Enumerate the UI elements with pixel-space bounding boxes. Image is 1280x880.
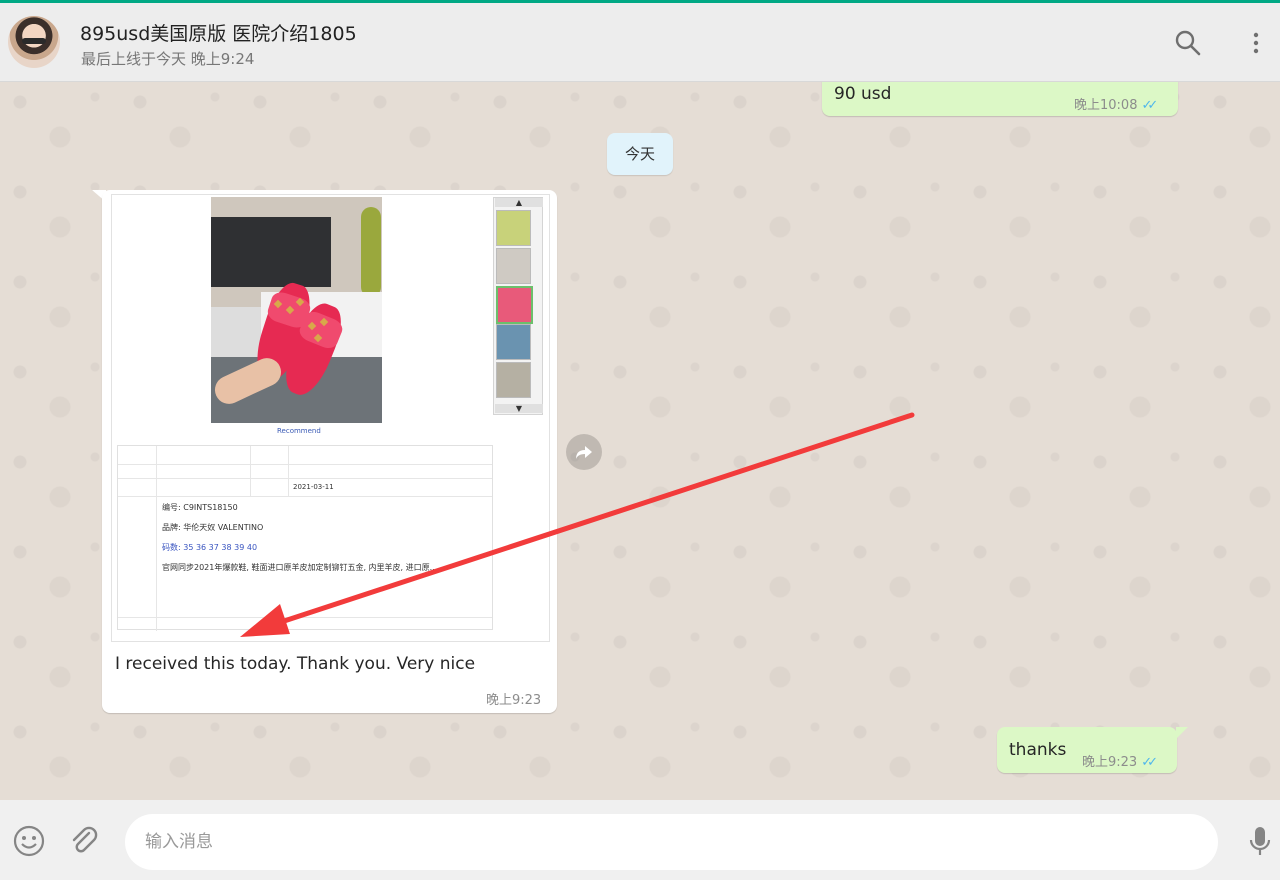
message-text: 90 usd (834, 84, 892, 104)
search-icon[interactable] (1172, 27, 1204, 59)
thumbnail-strip: ▲ ▼ (493, 197, 543, 415)
spec-table: 2021-03-11 编号: C9INTS18150 品牌: 华伦天奴 VALE… (117, 445, 493, 631)
spec-code: 编号: C9INTS18150 (162, 503, 238, 512)
image-caption-link: Recommend (277, 427, 321, 435)
message-composer (0, 800, 1280, 880)
microphone-icon[interactable] (1245, 824, 1275, 862)
emoji-icon[interactable] (12, 824, 46, 862)
spec-brand: 品牌: 华伦天奴 VALENTINO (162, 523, 264, 532)
message-input[interactable] (125, 814, 1218, 870)
message-outgoing[interactable]: thanks 晚上9:23 ✓✓ (997, 727, 1177, 773)
scroll-down-icon: ▼ (495, 404, 543, 413)
message-time: 晚上10:08 ✓✓ (1074, 98, 1158, 113)
contact-last-seen: 最后上线于今天 晚上9:24 (81, 50, 255, 68)
message-image[interactable]: ▲ ▼ Recommend 2021-03-11 编号: C9INTS18150… (111, 194, 550, 642)
bubble-tail (1176, 727, 1188, 739)
attach-icon[interactable] (68, 825, 100, 861)
spec-date: 2021-03-11 (293, 483, 334, 491)
thumbnail (496, 248, 531, 284)
date-divider: 今天 (607, 133, 673, 175)
read-ticks-icon: ✓✓ (1141, 755, 1158, 770)
thumbnail (496, 324, 531, 360)
spec-sizes: 码数: 35 36 37 38 39 40 (162, 543, 258, 552)
message-time: 晚上9:23 ✓✓ (1082, 755, 1158, 770)
thumbnail (496, 210, 531, 246)
message-text: thanks (1009, 740, 1067, 760)
thumbnail (496, 286, 533, 324)
message-time: 晚上9:23 (486, 693, 542, 708)
chat-area[interactable]: 90 usd 晚上10:08 ✓✓ 今天 ▲ ▼ Recommend 2021-… (0, 82, 1280, 800)
message-text: I received this today. Thank you. Very n… (115, 654, 476, 674)
chat-header: 895usd美国原版 医院介绍1805 最后上线于今天 晚上9:24 (0, 3, 1280, 82)
contact-name[interactable]: 895usd美国原版 医院介绍1805 (80, 19, 357, 46)
forward-icon[interactable] (566, 434, 602, 470)
product-photo (211, 197, 382, 423)
scroll-up-icon: ▲ (495, 198, 543, 207)
message-outgoing[interactable]: 90 usd 晚上10:08 ✓✓ (822, 82, 1178, 116)
menu-dots-icon[interactable] (1240, 27, 1272, 59)
read-ticks-icon: ✓✓ (1141, 98, 1158, 113)
thumbnail (496, 362, 531, 398)
contact-avatar[interactable] (8, 16, 60, 68)
spec-description: 官网同步2021年爆款鞋, 鞋面进口原羊皮加定制铆钉五金, 内里羊皮, 进口原.… (162, 563, 438, 572)
